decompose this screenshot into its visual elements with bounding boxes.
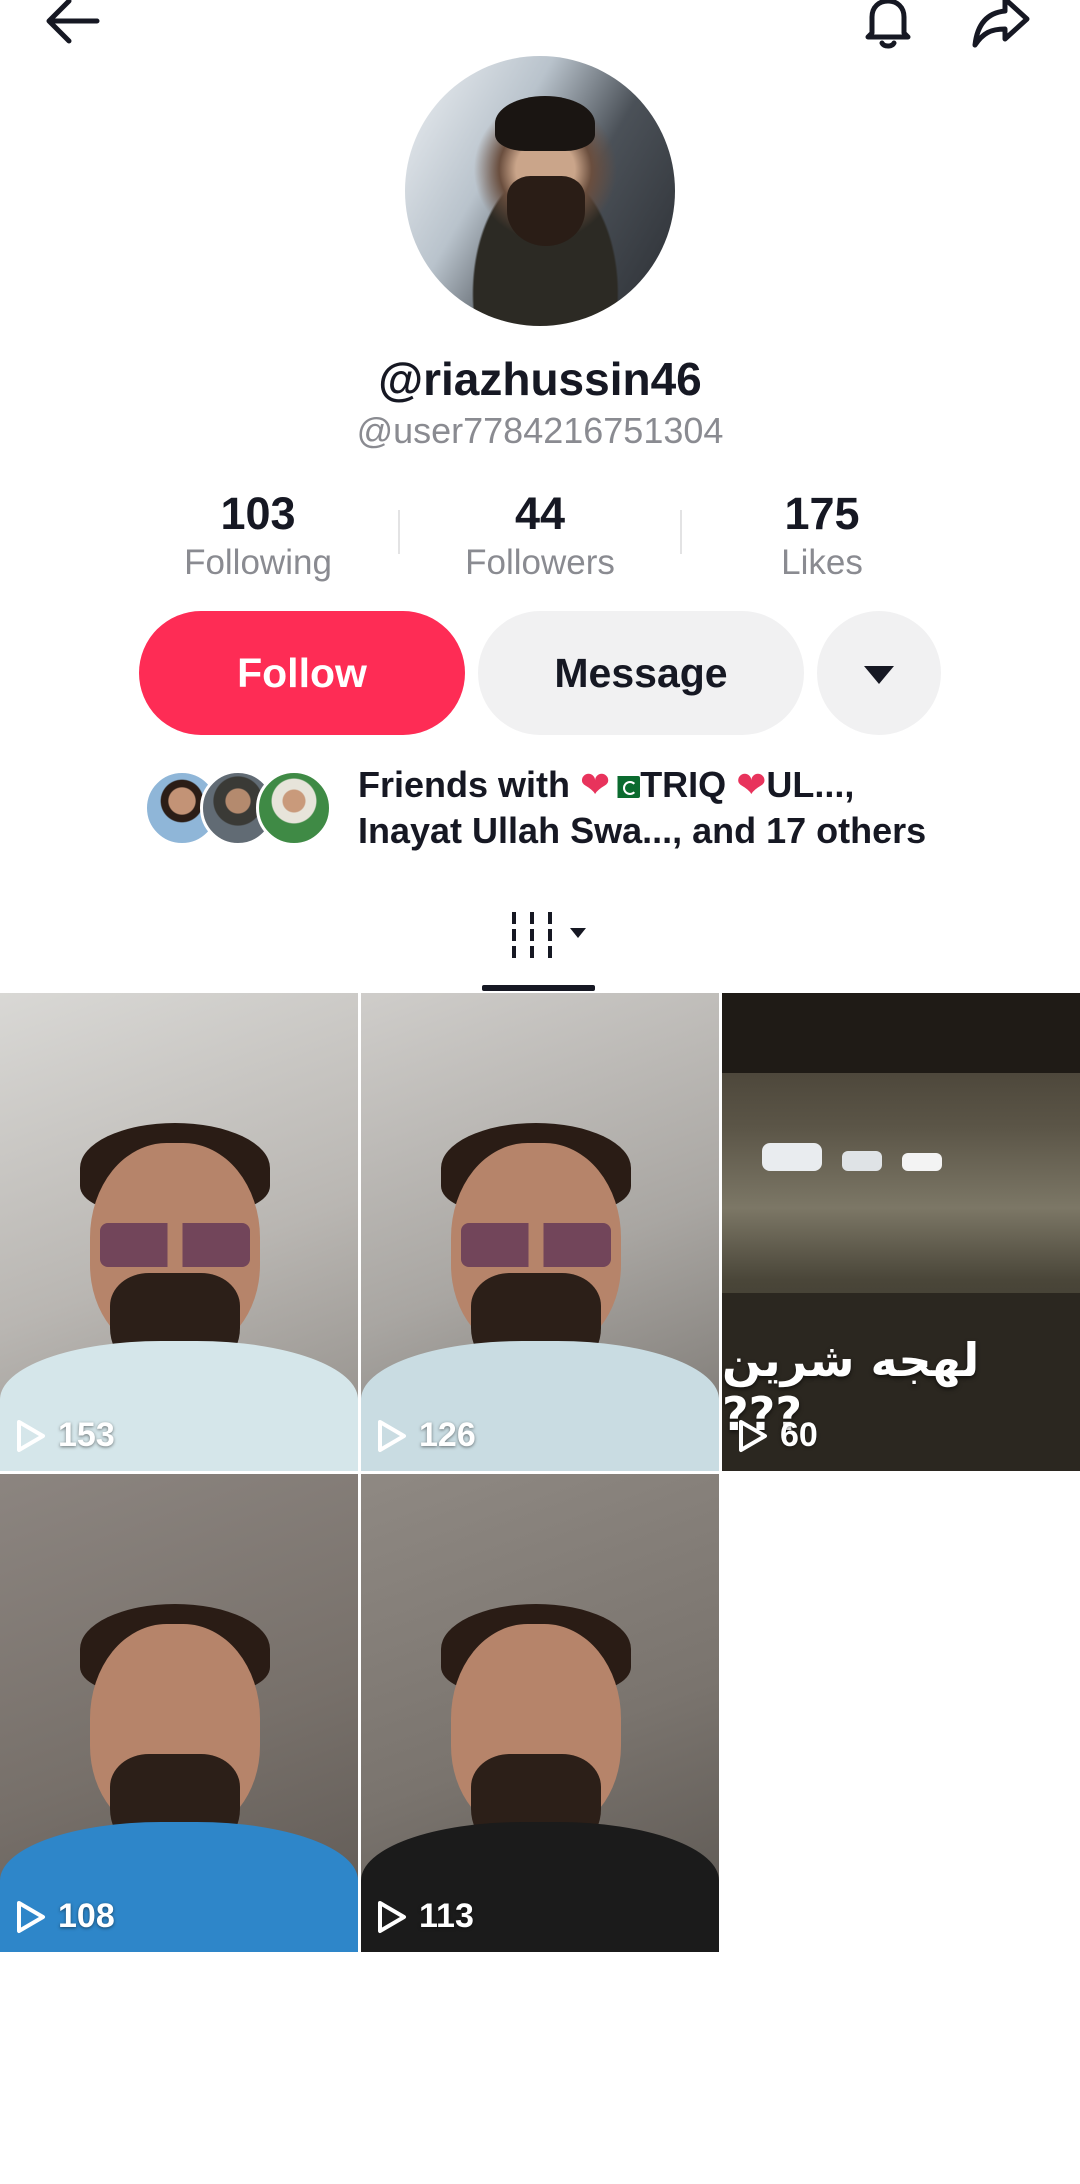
likes-label: Likes (781, 543, 863, 582)
video-thumbnail[interactable]: 113 (361, 1474, 719, 1952)
mutual-friends-line2: Inayat Ullah Swa..., and 17 others (358, 810, 927, 851)
heart-icon: ❤ (736, 764, 767, 805)
back-arrow-icon (46, 0, 100, 44)
following-count: 103 (220, 488, 296, 539)
share-icon (972, 0, 1030, 48)
video-thumbnail[interactable]: 126 (361, 993, 719, 1471)
view-count: 108 (16, 1897, 115, 1936)
video-thumbnail[interactable]: لهجه شرين ??? 60 (722, 993, 1080, 1471)
view-count: 126 (377, 1416, 476, 1455)
followers-label: Followers (465, 543, 615, 582)
video-thumbnail[interactable]: 108 (0, 1474, 358, 1952)
play-icon (378, 1419, 406, 1452)
stat-divider (398, 510, 400, 554)
following-label: Following (184, 543, 332, 582)
chevron-down-icon (570, 928, 586, 938)
play-icon (378, 1900, 406, 1933)
profile-display-name: @riazhussin46 (378, 353, 702, 405)
view-count: 153 (16, 1416, 115, 1455)
play-icon (17, 1900, 45, 1933)
follow-button[interactable]: Follow (139, 611, 465, 735)
stat-likes[interactable]: 175 Likes (692, 488, 952, 586)
pakistan-flag-icon (610, 776, 641, 799)
followers-count: 44 (514, 488, 566, 539)
heart-icon: ❤ (580, 764, 611, 805)
mutual-friends-text[interactable]: Friends with ❤ TRIQ ❤UL..., Inayat Ullah … (358, 762, 1058, 854)
play-icon (17, 1419, 45, 1452)
dropdown-triangle-icon (864, 666, 894, 684)
tab-indicator (482, 985, 595, 991)
message-button[interactable]: Message (478, 611, 804, 735)
bell-icon (865, 0, 911, 49)
friend-avatar[interactable] (256, 770, 332, 846)
grid-tab-icon (512, 912, 556, 958)
back-button[interactable] (38, 0, 108, 56)
stat-followers[interactable]: 44 Followers (410, 488, 670, 586)
avatar-photo-detail (507, 176, 585, 246)
notification-bell-button[interactable] (853, 0, 923, 56)
profile-avatar[interactable] (405, 56, 675, 326)
more-options-button[interactable] (817, 611, 941, 735)
profile-username: @user7784216751304 (356, 410, 724, 451)
stat-following[interactable]: 103 Following (128, 488, 388, 586)
video-thumbnail[interactable]: 153 (0, 993, 358, 1471)
likes-count: 175 (784, 488, 860, 539)
play-icon (739, 1419, 767, 1452)
videos-tab[interactable] (480, 900, 600, 970)
mutual-friends-line1: Friends with ❤ TRIQ ❤UL..., (358, 764, 855, 805)
view-count: 113 (377, 1897, 474, 1936)
share-button[interactable] (966, 0, 1036, 56)
stat-divider (680, 510, 682, 554)
view-count: 60 (738, 1416, 818, 1455)
